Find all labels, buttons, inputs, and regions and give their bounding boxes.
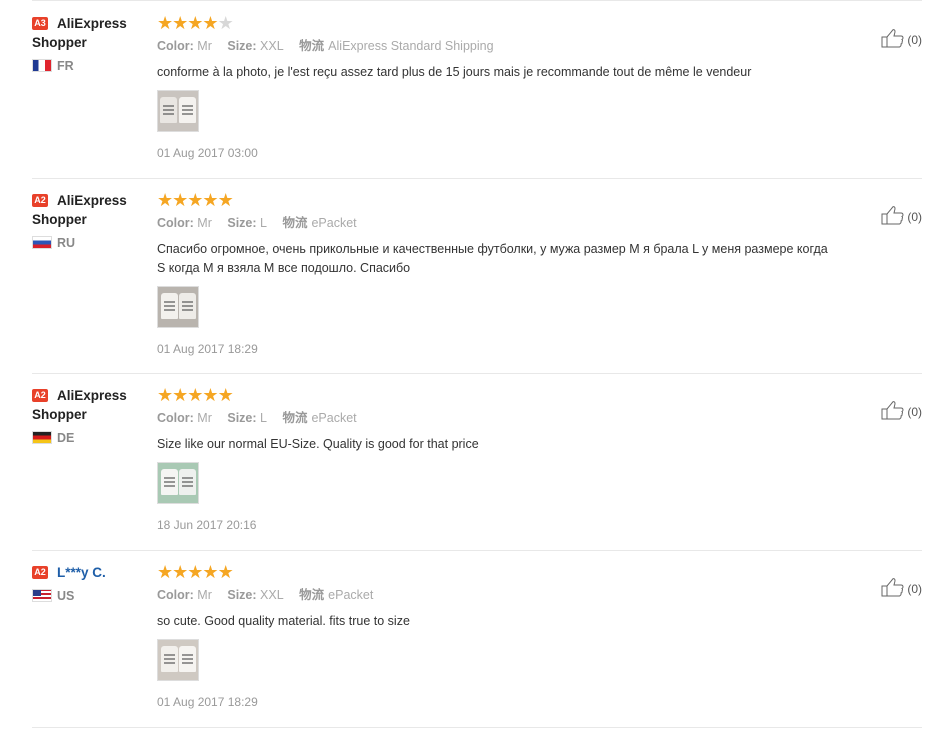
shipping-method: ePacket [328,588,374,602]
star-filled-icon: ★ [217,385,234,405]
star-filled-icon: ★ [187,385,203,405]
star-rating: ★★★★★ [157,386,837,404]
color-value: Mr [197,588,212,602]
reviewer-name-line2: Shopper [32,407,87,422]
helpful-vote[interactable]: (0) [881,28,922,48]
color-value: Mr [197,216,212,230]
star-rating: ★★★★★ [157,14,837,32]
shipping-method: ePacket [311,216,357,230]
star-filled-icon: ★ [157,13,173,33]
star-filled-icon: ★ [202,562,218,582]
star-filled-icon: ★ [172,13,188,33]
star-filled-icon: ★ [187,13,203,33]
review-date: 01 Aug 2017 03:00 [157,146,258,160]
review-photo-thumbnail[interactable] [157,90,199,132]
flag-ru-icon [32,236,52,249]
buyer-level-badge: A2 [32,566,48,579]
review-date: 01 Aug 2017 18:29 [157,695,258,709]
size-value: L [260,411,267,425]
flag-fr-icon [32,59,52,72]
color-value: Mr [197,411,212,425]
buyer-level-badge: A2 [32,194,48,207]
reviewer-country: FR [32,59,147,75]
thumbs-up-icon[interactable] [881,205,905,225]
star-empty-icon: ★ [217,13,234,33]
review-photo-thumbnail[interactable] [157,462,199,504]
reviewer-country: DE [32,431,147,447]
size-value: L [260,216,267,230]
star-filled-icon: ★ [202,190,218,210]
star-filled-icon: ★ [187,190,203,210]
reviewer-name-line2: Shopper [32,35,87,50]
reviewer-name: A3 AliExpress [32,14,147,33]
review-item: A3 AliExpress Shopper FR ★★★★★ Color: Mr … [32,14,922,179]
star-filled-icon: ★ [217,190,234,210]
flag-us-icon [32,589,52,602]
review-photo-thumbnail[interactable] [157,286,199,328]
order-attributes: Color: Mr Size: XXL 物流 AliExpress Standar… [157,39,494,53]
size-value: XXL [260,39,284,53]
review-item: A2 L***y C. US ★★★★★ Color: Mr Size: XXL … [32,563,922,728]
review-date: 01 Aug 2017 18:29 [157,342,258,356]
reviewer-country: US [32,589,147,605]
star-filled-icon: ★ [187,562,203,582]
review-body: ★★★★★ Color: Mr Size: XXL 物流 ePacket so c… [157,563,837,709]
thumbs-up-icon[interactable] [881,577,905,597]
buyer-level-badge: A3 [32,17,48,30]
order-attributes: Color: Mr Size: L 物流 ePacket [157,216,357,230]
review-body: ★★★★★ Color: Mr Size: L 物流 ePacket Спасиб… [157,191,837,356]
reviewer-info: A3 AliExpress Shopper FR [32,14,147,75]
reviewer-name-line2: Shopper [32,212,87,227]
reviewer-country: RU [32,236,147,252]
star-rating: ★★★★★ [157,191,837,209]
shipping-method: ePacket [311,411,357,425]
star-filled-icon: ★ [172,190,188,210]
size-value: XXL [260,588,284,602]
star-filled-icon: ★ [157,385,173,405]
review-text: conforme à la photo, je l'est reçu assez… [157,65,752,79]
shipping-method: AliExpress Standard Shipping [328,39,494,53]
star-filled-icon: ★ [157,190,173,210]
buyer-level-badge: A2 [32,389,48,402]
review-body: ★★★★★ Color: Mr Size: L 物流 ePacket Size l… [157,386,837,532]
order-attributes: Color: Mr Size: L 物流 ePacket [157,411,357,425]
reviewer-info: A2 AliExpress Shopper RU [32,191,147,252]
reviewer-name: A2 AliExpress [32,386,147,405]
reviewer-info: A2 AliExpress Shopper DE [32,386,147,447]
flag-de-icon [32,431,52,444]
helpful-vote[interactable]: (0) [881,205,922,225]
reviewer-name[interactable]: A2 L***y C. [32,563,147,582]
review-text: so cute. Good quality material. fits tru… [157,614,410,628]
star-rating: ★★★★★ [157,563,837,581]
review-photo-thumbnail[interactable] [157,639,199,681]
star-filled-icon: ★ [172,562,188,582]
helpful-vote[interactable]: (0) [881,400,922,420]
thumbs-up-icon[interactable] [881,400,905,420]
review-item: A2 AliExpress Shopper RU ★★★★★ Color: Mr … [32,191,922,374]
thumbs-up-icon[interactable] [881,28,905,48]
helpful-vote[interactable]: (0) [881,577,922,597]
color-value: Mr [197,39,212,53]
review-text: Спасибо огромное, очень прикольные и кач… [157,242,828,275]
top-divider [32,0,922,1]
star-filled-icon: ★ [202,385,218,405]
review-text: Size like our normal EU-Size. Quality is… [157,437,479,451]
reviewer-name: A2 AliExpress [32,191,147,210]
review-date: 18 Jun 2017 20:16 [157,518,257,532]
star-filled-icon: ★ [202,13,218,33]
review-body: ★★★★★ Color: Mr Size: XXL 物流 AliExpress S… [157,14,837,160]
reviewer-info: A2 L***y C. US [32,563,147,605]
review-item: A2 AliExpress Shopper DE ★★★★★ Color: Mr … [32,386,922,551]
order-attributes: Color: Mr Size: XXL 物流 ePacket [157,588,374,602]
star-filled-icon: ★ [172,385,188,405]
star-filled-icon: ★ [157,562,173,582]
star-filled-icon: ★ [217,562,234,582]
